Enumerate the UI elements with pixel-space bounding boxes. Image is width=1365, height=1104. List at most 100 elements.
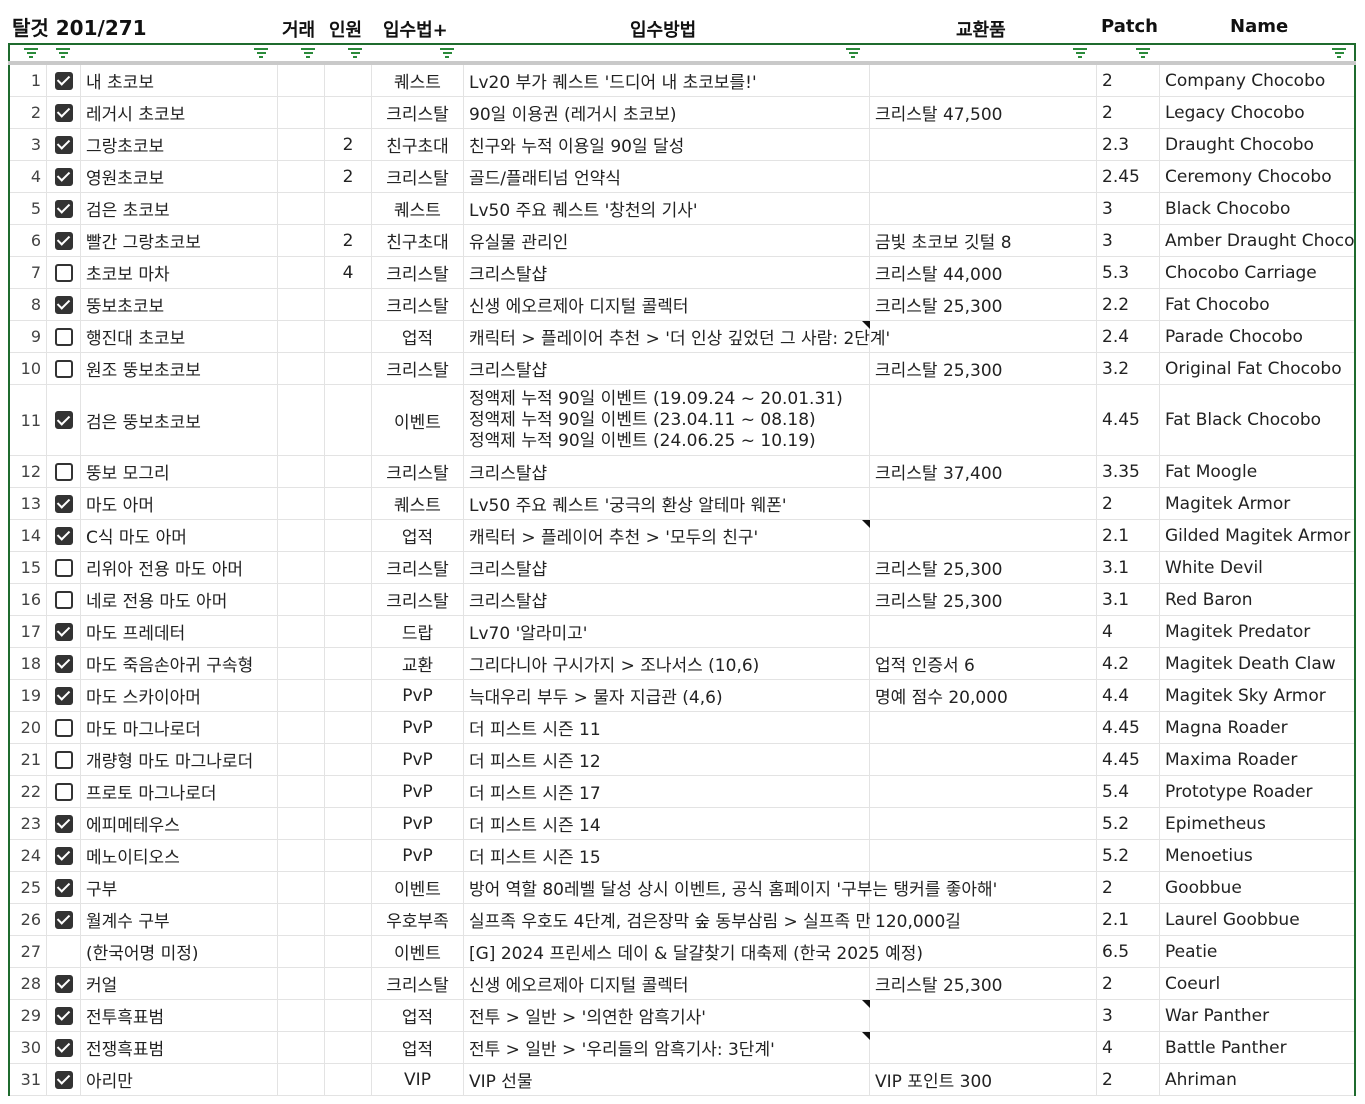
patch-version: 2.1 [1097, 520, 1160, 551]
owned-checkbox[interactable] [54, 782, 73, 801]
patch-version: 3.2 [1097, 353, 1160, 384]
owned-checkbox[interactable] [54, 974, 73, 993]
owned-checkbox[interactable] [54, 199, 73, 218]
patch-version: 3.1 [1097, 584, 1160, 615]
table-row: 3 그랑초코보 2 친구초대 친구와 누적 이용일 90일 달성 2.3 Draught C… [10, 129, 1354, 161]
people-count [325, 552, 372, 583]
row-number: 23 [10, 808, 47, 839]
filter-icon[interactable] [1073, 48, 1087, 58]
english-name: Chocobo Carriage [1165, 262, 1317, 283]
table-row: 27 (한국어명 미정) 이벤트 [G] 2024 프린세스 데이 & 달걀찾기 대축… [10, 936, 1354, 968]
filter-icon[interactable] [254, 48, 268, 58]
owned-checkbox[interactable] [54, 622, 73, 641]
owned-checkbox[interactable] [54, 167, 73, 186]
owned-checkbox[interactable] [54, 558, 73, 577]
acquisition-type: PvP [372, 680, 464, 711]
english-name: Gilded Magitek Armor [1165, 525, 1351, 546]
row-number: 19 [10, 680, 47, 711]
filter-icon[interactable] [348, 48, 362, 58]
exchange-cost: VIP 포인트 300 [870, 1064, 1097, 1095]
owned-checkbox[interactable] [54, 1070, 73, 1089]
owned-checkbox[interactable] [54, 846, 73, 865]
detail-line: 정액제 누적 90일 이벤트 (23.04.11 ~ 08.18) [469, 409, 816, 430]
row-number: 8 [10, 289, 47, 320]
filter-icon[interactable] [24, 48, 38, 58]
korean-name: C식 마도 아머 [81, 520, 278, 551]
col-header-name[interactable]: Name [1230, 16, 1288, 37]
owned-checkbox[interactable] [54, 718, 73, 737]
patch-version: 4.45 [1097, 712, 1160, 743]
owned-checkbox[interactable] [54, 71, 73, 90]
checkbox-cell [47, 353, 81, 384]
checkbox-cell [47, 968, 81, 999]
owned-checkbox[interactable] [54, 327, 73, 346]
english-name: Original Fat Chocobo [1165, 358, 1342, 379]
owned-checkbox[interactable] [54, 135, 73, 154]
acquisition-type: PvP [372, 808, 464, 839]
owned-checkbox[interactable] [54, 590, 73, 609]
acquisition-detail: 신생 에오르제아 디지털 콜렉터 [464, 968, 870, 999]
owned-checkbox[interactable] [54, 1038, 73, 1057]
trade-cell [278, 225, 325, 256]
comment-marker-icon[interactable] [862, 1032, 870, 1040]
col-header-method[interactable]: 입수법+ [383, 16, 448, 42]
table-row: 16 네로 전용 마도 아머 크리스탈 크리스탈샵 크리스탈 25,300 3.1 Red … [10, 584, 1354, 616]
patch-version: 2 [1097, 968, 1160, 999]
col-header-patch[interactable]: Patch [1101, 16, 1158, 37]
owned-checkbox[interactable] [54, 231, 73, 250]
owned-checkbox[interactable] [54, 263, 73, 282]
owned-checkbox[interactable] [54, 910, 73, 929]
acquisition-type: VIP [372, 1064, 464, 1095]
owned-checkbox[interactable] [54, 878, 73, 897]
filter-icon[interactable] [1136, 48, 1150, 58]
people-count [325, 193, 372, 224]
row-number: 30 [10, 1032, 47, 1063]
filter-icon[interactable] [440, 48, 454, 58]
filter-icon[interactable] [56, 48, 70, 58]
col-header-exchange[interactable]: 교환품 [956, 16, 1006, 42]
sheet-header: 탈것 201/271 거래 인원 입수법+ 입수방법 교환품 Patch Nam… [0, 0, 1365, 44]
acquisition-type: 크리스탈 [372, 289, 464, 320]
filter-bar [8, 43, 1356, 61]
exchange-cost: 금빛 초코보 깃털 8 [870, 225, 1097, 256]
trade-cell [278, 161, 325, 192]
row-number: 12 [10, 456, 47, 487]
owned-checkbox[interactable] [54, 686, 73, 705]
filter-icon[interactable] [301, 48, 315, 58]
exchange-cost [870, 712, 1097, 743]
korean-name: 리위아 전용 마도 아머 [81, 552, 278, 583]
korean-name: 행진대 초코보 [81, 321, 278, 352]
checkbox-cell [47, 904, 81, 935]
exchange-cost [870, 520, 1097, 551]
comment-marker-icon[interactable] [862, 520, 870, 528]
owned-checkbox[interactable] [54, 462, 73, 481]
acquisition-type: 업적 [372, 520, 464, 551]
english-name: Epimetheus [1165, 813, 1266, 834]
col-header-people[interactable]: 인원 [329, 16, 362, 42]
filter-icon[interactable] [1332, 48, 1346, 58]
comment-marker-icon[interactable] [862, 1000, 870, 1008]
owned-checkbox[interactable] [54, 1006, 73, 1025]
comment-marker-icon[interactable] [862, 321, 870, 329]
owned-checkbox[interactable] [54, 295, 73, 314]
filter-icon[interactable] [846, 48, 860, 58]
checkbox-cell [47, 289, 81, 320]
col-header-detail[interactable]: 입수방법 [630, 16, 696, 42]
row-number: 9 [10, 321, 47, 352]
owned-checkbox[interactable] [54, 750, 73, 769]
acquisition-detail: 90일 이용권 (레거시 초코보) [464, 97, 870, 128]
owned-checkbox[interactable] [54, 526, 73, 545]
acquisition-detail: 더 피스트 시즌 12 [464, 744, 870, 775]
owned-checkbox[interactable] [54, 494, 73, 513]
owned-checkbox[interactable] [54, 103, 73, 122]
patch-version: 5.2 [1097, 808, 1160, 839]
owned-checkbox[interactable] [54, 411, 73, 429]
owned-checkbox[interactable] [54, 814, 73, 833]
people-count [325, 488, 372, 519]
owned-checkbox[interactable] [54, 654, 73, 673]
col-header-trade[interactable]: 거래 [282, 16, 315, 42]
exchange-cost: 120,000길 [870, 904, 1097, 935]
english-name: Ahriman [1165, 1069, 1237, 1090]
people-count [325, 321, 372, 352]
owned-checkbox[interactable] [54, 359, 73, 378]
